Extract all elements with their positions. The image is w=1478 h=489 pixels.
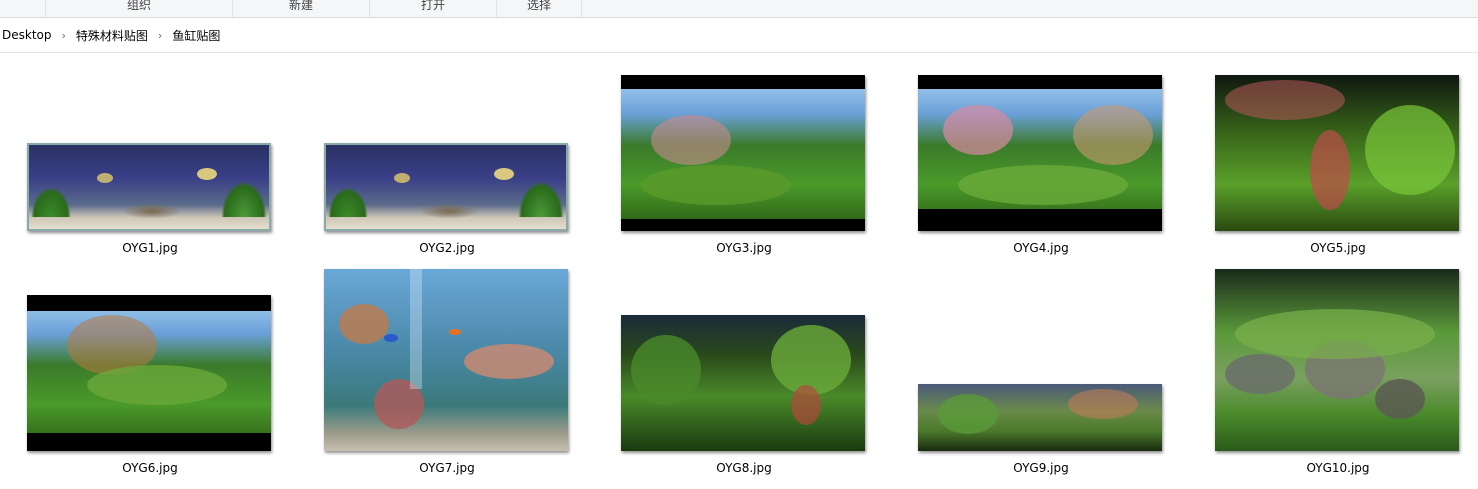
breadcrumb-aquarium-textures[interactable]: 鱼缸贴图 — [170, 27, 222, 44]
file-list: OYG1.jpg OYG2.jpg OYG3.jpg OYG4.jpg OYG5… — [0, 53, 1478, 489]
breadcrumb: Desktop › 特殊材料贴图 › 鱼缸贴图 — [0, 18, 222, 52]
file-name: OYG6.jpg — [122, 461, 178, 475]
breadcrumb-desktop[interactable]: Desktop — [0, 28, 54, 42]
file-name: OYG3.jpg — [716, 241, 772, 255]
file-name: OYG9.jpg — [1013, 461, 1069, 475]
thumbnail — [918, 75, 1162, 231]
thumbnail — [621, 315, 865, 451]
thumbnail — [27, 295, 271, 451]
breadcrumb-special-materials[interactable]: 特殊材料贴图 — [74, 27, 150, 44]
ribbon-group-new: 新建 — [233, 0, 370, 17]
thumbnail — [1215, 75, 1459, 231]
address-bar[interactable]: Desktop › 特殊材料贴图 › 鱼缸贴图 — [0, 18, 1478, 53]
file-name: OYG2.jpg — [419, 241, 475, 255]
file-name: OYG8.jpg — [716, 461, 772, 475]
thumbnail — [1215, 269, 1459, 451]
chevron-right-icon[interactable]: › — [54, 29, 74, 42]
ribbon-group-select: 选择 — [497, 0, 582, 17]
ribbon-group-organize: 组织 — [46, 0, 233, 17]
file-name: OYG1.jpg — [122, 241, 178, 255]
ribbon-group-labels: 组织 新建 打开 选择 — [0, 0, 1478, 18]
thumbnail — [918, 384, 1162, 451]
file-name: OYG5.jpg — [1310, 241, 1366, 255]
thumbnail — [27, 143, 271, 231]
file-name: OYG7.jpg — [419, 461, 475, 475]
thumbnail — [621, 75, 865, 231]
thumbnail — [324, 143, 568, 231]
ribbon-group-clipboard — [0, 0, 46, 17]
file-name: OYG4.jpg — [1013, 241, 1069, 255]
thumbnail — [324, 269, 568, 451]
ribbon-group-open: 打开 — [370, 0, 497, 17]
chevron-right-icon[interactable]: › — [150, 29, 170, 42]
file-name: OYG10.jpg — [1306, 461, 1370, 475]
